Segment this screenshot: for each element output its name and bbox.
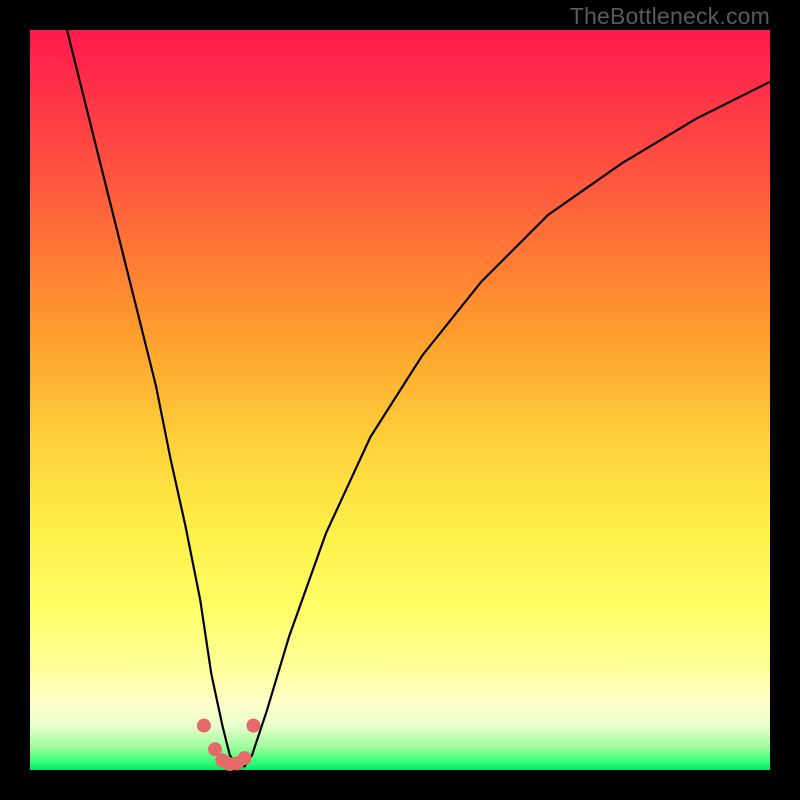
watermark-text: TheBottleneck.com <box>570 3 770 30</box>
gradient-plot-area <box>30 30 770 770</box>
outer-frame: TheBottleneck.com <box>0 0 800 800</box>
